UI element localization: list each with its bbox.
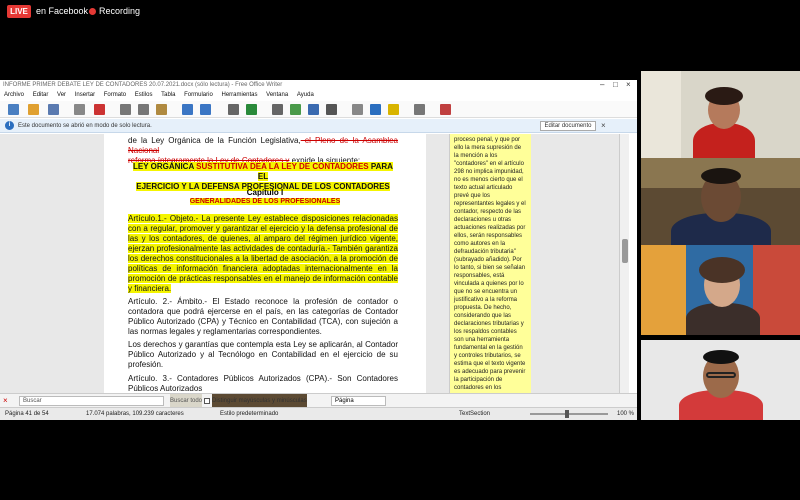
comment-margin[interactable]: proceso penal, y que por ello la mera su… — [449, 134, 531, 393]
window-title: INFORME PRIMER DEBATE LEY DE CONTADORES … — [0, 80, 637, 90]
menu-estilos[interactable]: Estilos — [135, 92, 153, 98]
hyperlink-icon[interactable] — [370, 104, 381, 115]
menu-ver[interactable]: Ver — [57, 92, 66, 98]
glasses — [706, 372, 736, 378]
table-icon[interactable] — [272, 104, 283, 115]
participant-video-4[interactable] — [641, 340, 800, 420]
edit-document-button[interactable]: Editar documento — [540, 121, 596, 131]
scroll-thumb[interactable] — [622, 239, 628, 263]
image-icon[interactable] — [290, 104, 301, 115]
menu-formulario[interactable]: Formulario — [184, 92, 213, 98]
zoom-slider-knob[interactable] — [565, 410, 569, 418]
menu-ventana[interactable]: Ventana — [266, 92, 288, 98]
participant-hair — [699, 257, 745, 283]
article-1: Artículo.1.- Objeto.- La presente Ley es… — [128, 214, 398, 294]
menu-archivo[interactable]: Archivo — [4, 92, 24, 98]
shared-writer-window: INFORME PRIMER DEBATE LEY DE CONTADORES … — [0, 80, 637, 420]
export-pdf-icon[interactable] — [94, 104, 105, 115]
recording-label: Recording — [99, 6, 141, 16]
menu-herramientas[interactable]: Herramientas — [221, 92, 257, 98]
readonly-infobar: i Este documento se abrió en modo de sol… — [0, 119, 637, 133]
maximize-icon[interactable]: □ — [613, 80, 618, 90]
cut-icon[interactable] — [120, 104, 131, 115]
track-changes-icon[interactable] — [414, 104, 425, 115]
word-count[interactable]: 17.074 palabras, 109.239 caracteres — [86, 408, 184, 420]
article-2-paragraph-2: Los derechos y garantías que contempla e… — [128, 340, 398, 369]
open-icon[interactable] — [28, 104, 39, 115]
close-infobar-icon[interactable]: × — [601, 119, 606, 133]
info-icon: i — [5, 121, 14, 130]
live-badge: LIVE — [7, 5, 31, 18]
new-document-icon[interactable] — [8, 104, 19, 115]
menu-insertar[interactable]: Insertar — [75, 92, 95, 98]
article-1-text: Artículo.1.- Objeto.- La presente Ley es… — [128, 214, 398, 293]
participant-hair — [701, 168, 741, 184]
participant-video-1[interactable] — [641, 71, 800, 158]
recording-dot-icon — [89, 8, 96, 15]
participant-body — [686, 303, 760, 335]
status-bar: Página 41 de 54 17.074 palabras, 109.239… — [0, 407, 637, 420]
painting-background-right — [753, 245, 800, 335]
textbox-icon[interactable] — [326, 104, 337, 115]
zoom-slider[interactable] — [530, 413, 608, 415]
page-count[interactable]: Página 41 de 54 — [5, 408, 49, 420]
menu-tabla[interactable]: Tabla — [161, 92, 175, 98]
navigate-by-select[interactable]: Página — [331, 396, 386, 406]
chart-icon[interactable] — [308, 104, 319, 115]
window-background — [641, 71, 681, 158]
undo-icon[interactable] — [182, 104, 193, 115]
window-title-text: INFORME PRIMER DEBATE LEY DE CONTADORES … — [3, 82, 283, 88]
live-target: en Facebook — [36, 6, 89, 16]
find-replace-icon[interactable] — [228, 104, 239, 115]
chapter-heading: Capítulo I — [246, 188, 284, 197]
law-title-red: SUSTITUTIVA DEA LA LEY DE CONTADORES — [193, 162, 369, 171]
participant-hair — [703, 350, 739, 364]
draw-icon[interactable] — [440, 104, 451, 115]
painting-background — [641, 245, 686, 335]
match-case-checkbox[interactable] — [204, 398, 210, 404]
close-icon[interactable]: × — [626, 80, 631, 90]
comment-icon[interactable] — [388, 104, 399, 115]
document-area: de la Ley Orgánica de la Función Legisla… — [0, 134, 619, 393]
menu-bar: Archivo Editar Ver Insertar Formato Esti… — [0, 90, 637, 101]
special-char-icon[interactable] — [352, 104, 363, 115]
copy-icon[interactable] — [138, 104, 149, 115]
section-name: TextSection — [459, 411, 491, 417]
readonly-message: Este documento se abrió en modo de solo … — [18, 123, 152, 129]
menu-ayuda[interactable]: Ayuda — [297, 92, 314, 98]
vertical-scrollbar[interactable] — [619, 134, 629, 393]
toolbar — [0, 101, 637, 118]
find-toolbar: × Buscar Buscar todo Distinguir mayúscul… — [0, 393, 637, 420]
save-icon[interactable] — [48, 104, 59, 115]
minimize-icon[interactable]: – — [600, 80, 604, 90]
spellcheck-icon[interactable] — [246, 104, 257, 115]
participant-video-3[interactable] — [641, 245, 800, 335]
menu-formato[interactable]: Formato — [104, 92, 126, 98]
law-title-part-1: LEY ORGÁNICA — [133, 162, 194, 171]
paste-icon[interactable] — [156, 104, 167, 115]
find-input[interactable]: Buscar — [19, 396, 164, 406]
close-find-icon[interactable]: × — [3, 394, 8, 408]
intro-text: de la Ley Orgánica de la Función Legisla… — [128, 136, 301, 145]
chapter-subtitle-text: GENERALIDADES DE LOS PROFESIONALES — [189, 198, 341, 205]
participant-video-2[interactable] — [641, 158, 800, 245]
chapter-subtitle: GENERALIDADES DE LOS PROFESIONALES — [104, 198, 426, 205]
document-page[interactable]: de la Ley Orgánica de la Función Legisla… — [104, 134, 426, 393]
menu-editar[interactable]: Editar — [33, 92, 49, 98]
participant-hair — [705, 87, 743, 105]
article-3: Artículo. 3.- Contadores Públicos Autori… — [128, 374, 398, 393]
print-icon[interactable] — [74, 104, 85, 115]
article-2: Artículo. 2.- Ámbito.- El Estado reconoc… — [128, 297, 398, 337]
article-2-text: Artículo. 2.- Ámbito.- El Estado reconoc… — [128, 297, 398, 336]
zoom-level[interactable]: 100 % — [617, 408, 634, 420]
redo-icon[interactable] — [200, 104, 211, 115]
page-style[interactable]: Estilo predeterminado — [220, 408, 278, 420]
